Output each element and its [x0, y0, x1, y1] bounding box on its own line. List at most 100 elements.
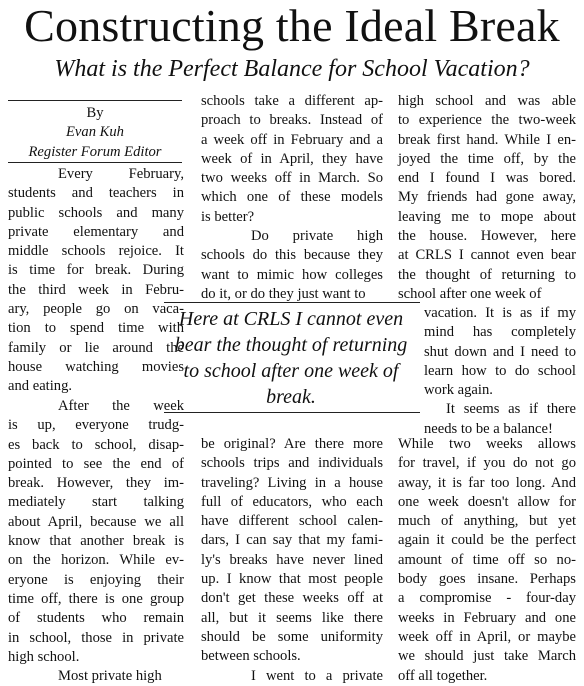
text-line: students and teachers in — [8, 185, 184, 202]
text-line: ary, people go on vaca- — [8, 301, 184, 318]
text-line: all, but it seems like there — [201, 609, 383, 626]
column-3-bottom: While two weeks allows for travel, if you… — [398, 435, 576, 686]
text-line: the house. However, here — [398, 228, 576, 245]
text-line: on the horizon. While ev- — [8, 552, 184, 569]
text-line: leaving me to mope about — [398, 208, 576, 225]
pull-quote: Here at CRLS I cannot even bear the thou… — [162, 306, 420, 410]
text-line: is time for break. During — [8, 262, 184, 279]
headline: Constructing the Ideal Break — [24, 0, 560, 51]
text-line: the third week in Febru- — [8, 281, 184, 298]
byline-by: By — [86, 105, 104, 121]
subheadline: What is the Perfect Balance for School V… — [54, 56, 530, 82]
text-line: mind has completely — [424, 324, 576, 341]
text-line: pointed to see the end of — [8, 455, 184, 472]
text-line: a compromise - four-day — [398, 590, 576, 607]
text-line: between schools. — [201, 648, 301, 665]
byline-role: Register Forum Editor — [28, 143, 162, 160]
text-line: the thought of returning to — [398, 266, 576, 283]
text-line: work again. — [424, 382, 493, 399]
text-line: want to mimic how colleges — [201, 266, 383, 283]
pull-quote-top-rule — [164, 302, 420, 303]
text-line: ly's breaks have never lined — [201, 551, 383, 568]
byline-top-rule — [8, 100, 182, 101]
text-line: for travel, if you do not go — [398, 455, 576, 472]
text-line: middle schools rejoice. It — [8, 243, 184, 260]
text-line: eryone is enjoying their — [8, 571, 184, 588]
text-line: two weeks off in March. So — [201, 170, 383, 187]
text-line: away, it is far too long. And — [398, 474, 576, 491]
text-line: end I found I was bored. — [398, 170, 576, 187]
text-line: tion to spend time with — [8, 320, 184, 337]
text-line: schools trips and individuals — [201, 455, 383, 472]
text-line: Do private high — [251, 228, 383, 245]
text-line: have different school calen- — [201, 513, 383, 530]
pull-quote-line: break. — [266, 386, 316, 408]
text-line: be original? Are there more — [201, 436, 383, 452]
text-line: of students who remain — [8, 610, 184, 627]
column-2-top: schools take a different ap-proach to br… — [201, 92, 383, 304]
text-line: break first hand. While I en- — [398, 131, 576, 148]
text-line: joyed the time off, by the — [398, 150, 576, 167]
text-line: week off in April, or maybe — [398, 628, 576, 645]
text-line: Most private high — [58, 668, 162, 685]
text-line: body goes insane. Perhaps — [398, 571, 576, 588]
text-line: dars, I can say that my fami- — [201, 532, 383, 549]
text-line: house watching movies — [8, 358, 184, 375]
text-line: My friends had gone away, — [398, 189, 576, 206]
text-line: public schools and many — [8, 204, 184, 221]
pull-quote-line: Here at CRLS I cannot even — [178, 308, 404, 330]
text-line: learn how to do school — [424, 362, 576, 379]
text-line: and eating. — [8, 378, 73, 395]
text-line: schools take a different ap- — [201, 93, 383, 109]
text-line: private elementary and — [8, 223, 184, 240]
column-3-top: high school and was able to experience th… — [398, 92, 576, 304]
text-line: is better? — [201, 208, 255, 225]
text-line: mediately start talking — [8, 494, 184, 511]
text-line: in school, those in private — [8, 629, 184, 646]
text-line: should be some uniformity — [201, 628, 383, 645]
text-line: much of anything, but yet — [398, 513, 576, 530]
text-line: Every February, — [58, 166, 184, 182]
text-line: time off, there is one group — [8, 590, 184, 607]
text-line: up. I know that most people — [201, 571, 383, 588]
byline-bottom-rule — [8, 162, 182, 163]
text-line: vacation. It is as if my — [424, 305, 576, 321]
text-line: is up, everyone trudg- — [8, 417, 184, 434]
text-line: full of educators, who each — [201, 493, 383, 510]
column-1-top: Every February, students and teachers in p… — [8, 165, 184, 397]
text-line: week of in April, they have — [201, 150, 383, 167]
pull-quote-line: bear the thought of returning — [174, 334, 408, 356]
pull-quote-bottom-rule — [164, 412, 420, 413]
column-1-bottom: After the week is up, everyone trudg-es b… — [8, 397, 184, 686]
text-line: I went to a private — [251, 667, 383, 684]
pull-quote-line: to school after one week of — [183, 360, 399, 382]
text-line: one week doesn't allow for — [398, 493, 576, 510]
text-line: After the week — [58, 398, 184, 414]
text-line: which one of these models — [201, 189, 383, 206]
text-line: about April, because we all — [8, 513, 184, 530]
text-line: to experience the two-week — [398, 112, 576, 129]
text-line: weeks in February and one — [398, 609, 576, 626]
text-line: traveling? Living in a house — [201, 474, 383, 491]
text-line: break. However, they im- — [8, 475, 184, 492]
text-line: es back to school, disap- — [8, 436, 184, 453]
byline: By Evan Kuh Register Forum Editor — [8, 104, 182, 162]
text-line: family or lie around the — [8, 339, 184, 356]
text-line: at CRLS I cannot even bear — [398, 247, 576, 264]
text-line: off all together. — [398, 667, 488, 684]
text-line: While two weeks allows — [398, 436, 576, 452]
column-2-bottom: be original? Are there more schools trips… — [201, 435, 383, 686]
text-line: know that another break is — [8, 533, 184, 550]
text-line: again it could be the perfect — [398, 532, 576, 549]
byline-author: Evan Kuh — [66, 124, 124, 141]
text-line: shut down and I need to — [424, 343, 576, 360]
text-line: a week off in February and a — [201, 131, 383, 148]
text-line: we should just take March — [398, 648, 576, 665]
text-line: amount of time off so no- — [398, 551, 576, 568]
text-line: high school. — [8, 648, 80, 665]
text-line: It seems as if there — [446, 401, 576, 418]
text-line: high school and was able — [398, 93, 576, 109]
text-line: school after one week of — [398, 285, 542, 302]
column-3-mid: vacation. It is as if my mind has complet… — [424, 304, 576, 439]
text-line: don't get these weeks off at — [201, 590, 383, 607]
